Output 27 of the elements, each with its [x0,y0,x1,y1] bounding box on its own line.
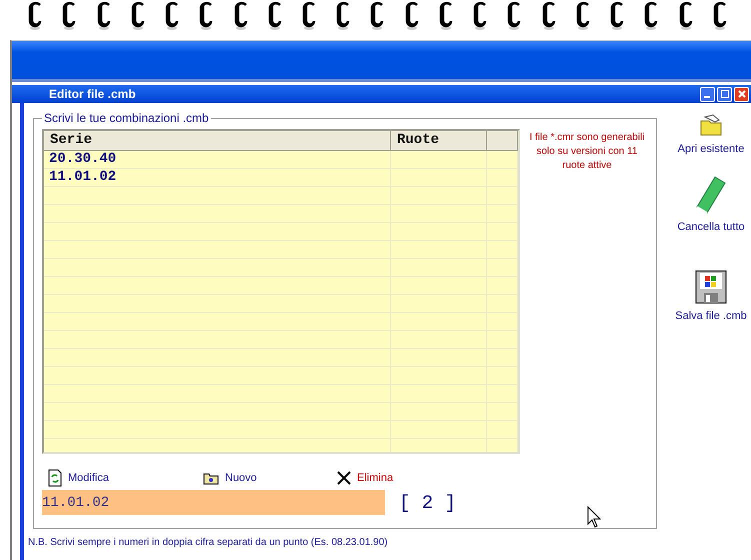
minimize-button[interactable] [700,86,715,102]
entry-count: [ 2 ] [399,492,456,514]
folder-star-icon [203,471,219,485]
folder-icon [699,113,723,137]
action-link[interactable]: Modifica [48,469,203,487]
close-button[interactable] [734,86,749,102]
input-field[interactable]: 11.01.02 [42,490,385,515]
column-header[interactable]: Ruote [391,131,487,150]
window-title: Editor file .cmb [49,87,137,101]
side-button[interactable]: Apri esistente [678,113,744,155]
close-icon [337,471,351,485]
action-link[interactable]: Nuovo [203,469,337,487]
maximize-icon [720,90,728,98]
side-button[interactable]: Salva file .cmb [675,270,747,322]
notice-text: I file *.cmr sono generabili solo su versioni con 11 ruote attive [528,131,646,173]
mouse-pointer-icon [587,506,601,528]
table-cell: 11.01.02 [44,169,391,186]
footer-note: N.B. Scrivi sempre i numeri in doppia cifra separati da un punto (Es. 08.23.01.90) [28,537,389,548]
table-cell: 20.30.40 [44,151,391,168]
maximize-button[interactable] [717,86,732,102]
column-header[interactable]: Serie [44,131,391,150]
action-link[interactable]: Elimina [337,469,648,487]
close-icon [738,90,746,98]
document-refresh-icon [48,469,62,487]
eraser-icon [694,175,727,215]
group-legend: Scrivi le tue combinazioni .cmb [42,111,211,125]
side-button[interactable]: Cancella tutto [677,175,745,233]
